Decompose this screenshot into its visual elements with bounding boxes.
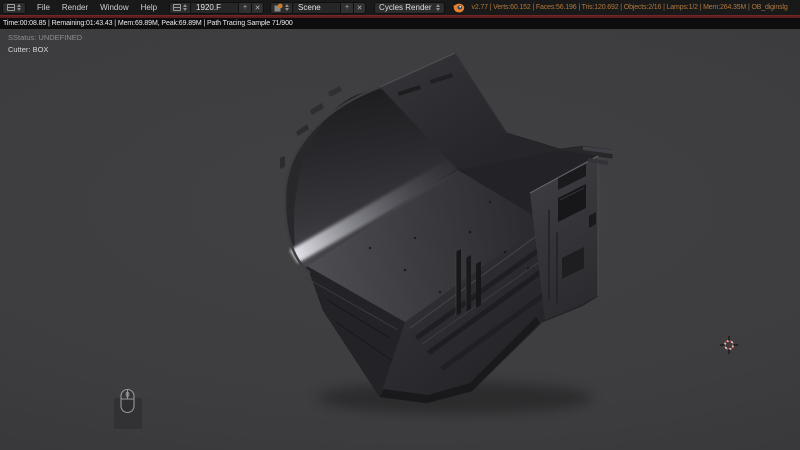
close-scene-button[interactable]: ✕ xyxy=(353,1,367,14)
info-header: File Render Window Help 1920.F + ✕ Scene… xyxy=(0,0,800,15)
mouse-icon xyxy=(120,388,135,414)
chevron-updown-icon xyxy=(435,4,440,11)
scene-selector: Scene + ✕ xyxy=(270,1,367,14)
chevron-updown-icon xyxy=(183,4,188,11)
menu-window[interactable]: Window xyxy=(100,3,128,12)
add-layout-button[interactable]: + xyxy=(238,1,252,14)
blender-window: File Render Window Help 1920.F + ✕ Scene… xyxy=(0,0,800,450)
chevron-updown-icon xyxy=(285,4,290,11)
screen-layout-selector: 1920.F + ✕ xyxy=(169,1,265,14)
chevron-updown-icon xyxy=(17,4,21,11)
render-viewport[interactable]: SStatus: UNDEFINED Cutter: BOX xyxy=(0,29,800,450)
render-engine-value: Cycles Render xyxy=(379,3,432,12)
render-status-text: Time:00:08.85 | Remaining:01:43.43 | Mem… xyxy=(3,20,293,27)
screen-layout-name-field[interactable]: 1920.F xyxy=(190,1,239,14)
render-status-bar: Time:00:08.85 | Remaining:01:43.43 | Mem… xyxy=(0,18,800,29)
scene-icon xyxy=(274,3,283,12)
render-engine-dropdown[interactable]: Cycles Render xyxy=(374,1,445,14)
scene-name-field[interactable]: Scene xyxy=(292,1,341,14)
editor-type-button[interactable] xyxy=(2,1,26,14)
add-scene-button[interactable]: + xyxy=(340,1,354,14)
blender-logo-icon xyxy=(452,3,464,13)
scene-browse-button[interactable] xyxy=(270,1,293,14)
3d-cursor[interactable] xyxy=(720,336,738,354)
screen-layout-icon xyxy=(173,4,182,11)
scene-statistics: v2.77 | Verts:60.152 | Faces:56.196 | Tr… xyxy=(471,4,788,11)
menu-file[interactable]: File xyxy=(37,3,50,12)
cutter-box-model xyxy=(280,52,613,404)
info-editor-icon xyxy=(7,4,15,11)
rendered-model-image xyxy=(280,52,738,414)
screen-layout-browse-button[interactable] xyxy=(169,1,191,14)
menu-render[interactable]: Render xyxy=(62,3,88,12)
menu-help[interactable]: Help xyxy=(141,3,157,12)
close-layout-button[interactable]: ✕ xyxy=(251,1,265,14)
